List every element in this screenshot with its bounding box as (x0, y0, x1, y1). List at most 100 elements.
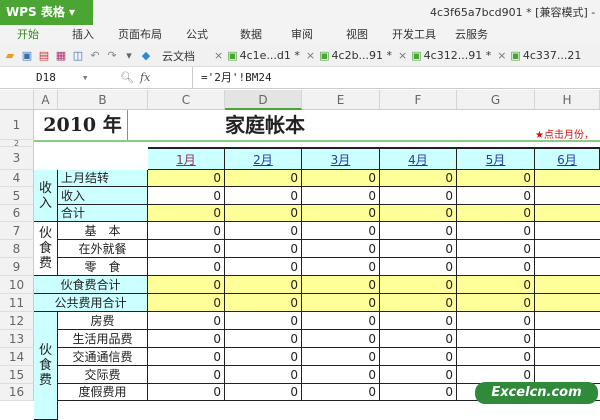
select-all-corner[interactable] (0, 90, 34, 110)
value-cell[interactable]: 0 (302, 312, 380, 330)
row-header[interactable]: 3 (0, 147, 34, 170)
value-cell[interactable]: 0 (302, 240, 380, 258)
print-icon[interactable]: ▦ (54, 49, 68, 63)
value-cell[interactable]: 0 (302, 384, 380, 401)
wps-app-menu-button[interactable]: WPS 表格 ▾ (0, 0, 93, 25)
insert-function-button[interactable]: fx (140, 67, 150, 89)
column-header-F[interactable]: F (380, 90, 457, 110)
row-header[interactable]: 7 (0, 222, 34, 240)
column-header-B[interactable]: B (58, 90, 148, 110)
value-cell[interactable] (535, 348, 600, 366)
print-preview-icon[interactable]: ◫ (71, 49, 85, 63)
value-cell[interactable]: 0 (302, 330, 380, 348)
menu-1[interactable]: 插入 (72, 25, 94, 45)
value-cell[interactable]: 0 (302, 294, 380, 312)
menu-3[interactable]: 公式 (186, 25, 208, 45)
row-header[interactable]: 12 (0, 312, 34, 330)
close-tab-icon[interactable]: × (497, 49, 506, 62)
value-cell[interactable]: 0 (380, 366, 457, 384)
undo-icon[interactable]: ↶ (88, 49, 102, 63)
value-cell[interactable] (535, 170, 600, 187)
value-cell[interactable]: 0 (225, 330, 302, 348)
value-cell[interactable]: 0 (302, 366, 380, 384)
value-cell[interactable]: 0 (225, 276, 302, 294)
value-cell[interactable]: 0 (148, 348, 225, 366)
value-cell[interactable]: 0 (148, 240, 225, 258)
row-header[interactable]: 11 (0, 294, 34, 312)
value-cell[interactable]: 0 (148, 258, 225, 276)
redo-icon[interactable]: ↷ (105, 49, 119, 63)
month-link-2[interactable]: 2月 (225, 147, 302, 170)
month-link-1[interactable]: 1月 (148, 147, 225, 170)
value-cell[interactable]: 0 (225, 240, 302, 258)
document-tab[interactable]: × ▣ 4c1e...d1 * (214, 49, 300, 62)
value-cell[interactable] (535, 276, 600, 294)
row-header[interactable]: 5 (0, 187, 34, 205)
value-cell[interactable]: 0 (148, 366, 225, 384)
value-cell[interactable] (535, 330, 600, 348)
value-cell[interactable]: 0 (148, 187, 225, 205)
dropdown-icon[interactable]: ▾ (122, 49, 136, 63)
menu-0[interactable]: 开始 (17, 25, 39, 45)
row-header[interactable]: 13 (0, 330, 34, 348)
value-cell[interactable]: 0 (380, 276, 457, 294)
value-cell[interactable]: 0 (225, 205, 302, 222)
menu-2[interactable]: 页面布局 (118, 25, 162, 45)
value-cell[interactable]: 0 (457, 170, 535, 187)
value-cell[interactable]: 0 (302, 187, 380, 205)
menu-6[interactable]: 视图 (346, 25, 368, 45)
value-cell[interactable]: 0 (380, 187, 457, 205)
row-header[interactable]: 8 (0, 240, 34, 258)
column-header-E[interactable]: E (302, 90, 380, 110)
value-cell[interactable] (535, 222, 600, 240)
value-cell[interactable]: 0 (457, 222, 535, 240)
value-cell[interactable]: 0 (302, 276, 380, 294)
value-cell[interactable]: 0 (457, 330, 535, 348)
menu-8[interactable]: 云服务 (455, 25, 488, 45)
row-header[interactable]: 15 (0, 366, 34, 384)
close-tab-icon[interactable]: × (306, 49, 315, 62)
zoom-icon[interactable]: 🔍︎ (120, 67, 134, 89)
column-header-C[interactable]: C (148, 90, 225, 110)
value-cell[interactable] (535, 258, 600, 276)
row-header[interactable]: 16 (0, 384, 34, 401)
save-icon[interactable]: ▣ (20, 49, 34, 63)
value-cell[interactable]: 0 (380, 240, 457, 258)
value-cell[interactable]: 0 (148, 294, 225, 312)
menu-7[interactable]: 开发工具 (392, 25, 436, 45)
value-cell[interactable]: 0 (148, 170, 225, 187)
value-cell[interactable]: 0 (225, 170, 302, 187)
export-pdf-icon[interactable]: ▤ (37, 49, 51, 63)
value-cell[interactable]: 0 (457, 258, 535, 276)
month-link-5[interactable]: 5月 (457, 147, 535, 170)
row-header[interactable]: 2 (0, 140, 34, 148)
value-cell[interactable]: 0 (148, 276, 225, 294)
value-cell[interactable]: 0 (457, 276, 535, 294)
value-cell[interactable]: 0 (302, 222, 380, 240)
menu-4[interactable]: 数据 (240, 25, 262, 45)
value-cell[interactable]: 0 (380, 294, 457, 312)
close-tab-icon[interactable]: × (398, 49, 407, 62)
value-cell[interactable]: 0 (380, 170, 457, 187)
row-header[interactable]: 4 (0, 170, 34, 187)
open-icon[interactable]: ▰ (3, 49, 17, 63)
name-box[interactable]: D18 ▾ (0, 67, 110, 89)
value-cell[interactable]: 0 (148, 222, 225, 240)
value-cell[interactable] (535, 240, 600, 258)
formula-input[interactable]: ='2月'!BM24 (192, 67, 600, 89)
value-cell[interactable]: 0 (302, 348, 380, 366)
value-cell[interactable] (535, 294, 600, 312)
document-tab[interactable]: × ▣ 4c2b...91 * (306, 49, 392, 62)
value-cell[interactable]: 0 (148, 384, 225, 401)
month-link-4[interactable]: 4月 (380, 147, 457, 170)
value-cell[interactable] (535, 205, 600, 222)
value-cell[interactable]: 0 (302, 258, 380, 276)
value-cell[interactable]: 0 (457, 294, 535, 312)
value-cell[interactable]: 0 (225, 222, 302, 240)
value-cell[interactable]: 0 (302, 205, 380, 222)
value-cell[interactable]: 0 (148, 330, 225, 348)
value-cell[interactable]: 0 (225, 187, 302, 205)
column-header-A[interactable]: A (34, 90, 58, 110)
row-header[interactable]: 10 (0, 276, 34, 294)
value-cell[interactable]: 0 (302, 170, 380, 187)
